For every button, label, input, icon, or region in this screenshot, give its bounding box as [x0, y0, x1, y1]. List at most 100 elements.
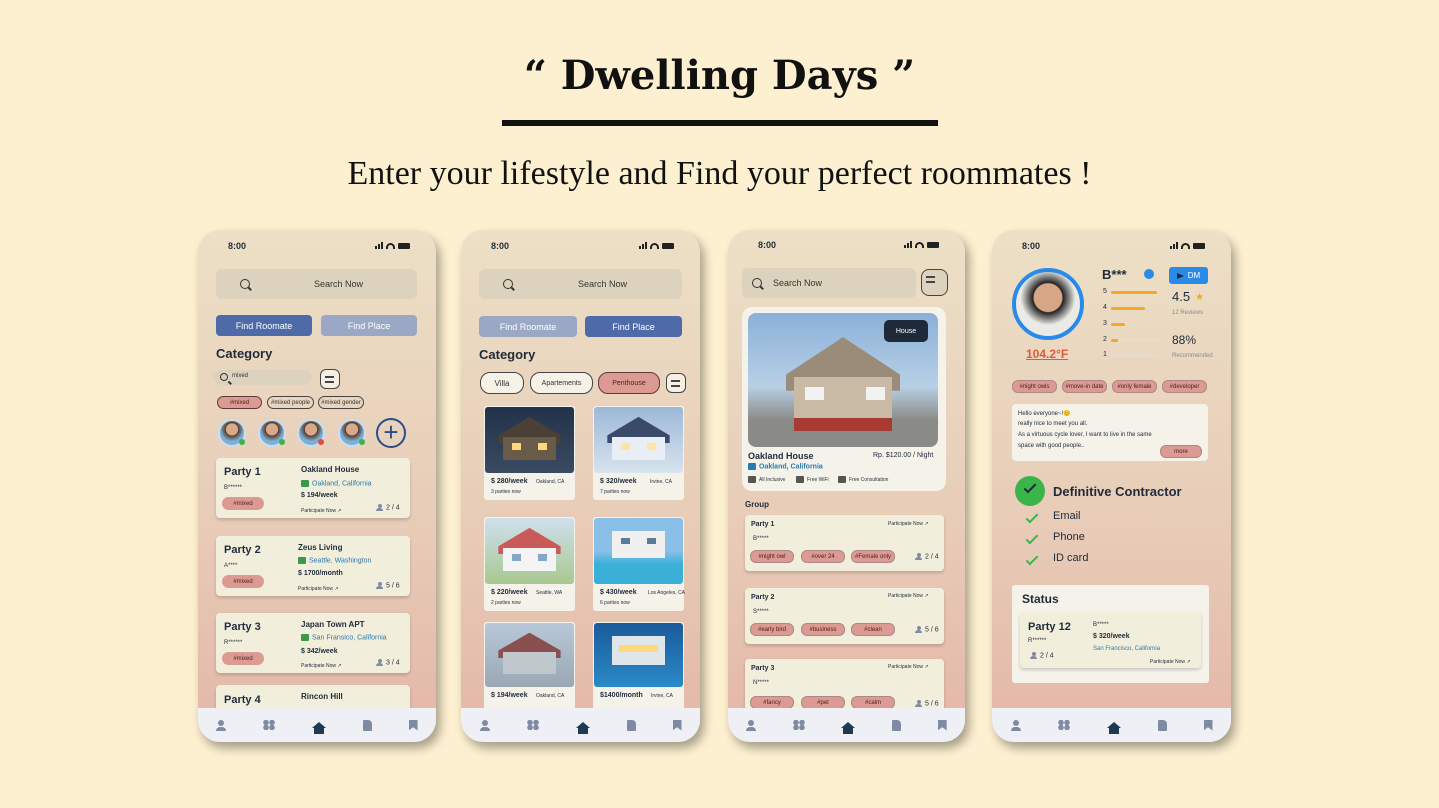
house-type-badge: House: [884, 320, 928, 342]
document-nav-icon[interactable]: [362, 719, 372, 731]
participate-link[interactable]: Participate Now ↗: [888, 521, 929, 527]
search-icon: [240, 279, 250, 289]
house-icon: [796, 476, 804, 483]
bookmark-nav-icon[interactable]: [672, 719, 682, 731]
party-name: Party 1: [224, 466, 261, 478]
avatar[interactable]: [258, 419, 286, 447]
party-tag: #mixed: [222, 575, 264, 588]
party-tag: #night owl: [750, 550, 794, 563]
bookmark-nav-icon[interactable]: [1203, 719, 1213, 731]
listing-parties: 7 parties now: [600, 489, 630, 495]
bottom-nav: [992, 708, 1231, 742]
party-price: $ 320/week: [1093, 633, 1130, 640]
community-nav-icon[interactable]: [1057, 720, 1070, 730]
house-detail-card[interactable]: House Oakland House Rp. $120.00 / Night …: [742, 307, 946, 491]
listing-location: Oakland, CA: [536, 693, 565, 699]
house-name: Oakland House: [748, 451, 814, 461]
find-place-button[interactable]: Find Place: [321, 315, 417, 336]
category-title: Category: [479, 347, 536, 362]
find-roommate-button[interactable]: Find Roomate: [479, 316, 577, 337]
party-card[interactable]: Party 3 R****** #mixed Japan Town APT Sa…: [216, 613, 410, 673]
filter-icon[interactable]: [666, 373, 686, 393]
party-card[interactable]: Party 2 Participate Now ↗ S***** #early …: [745, 588, 944, 644]
house-location: Oakland, California: [748, 463, 823, 470]
filter-icon[interactable]: [320, 369, 340, 389]
tag-mixed-gender[interactable]: #mixed gender: [318, 396, 364, 409]
participate-link[interactable]: Participate Now ↗: [1150, 659, 1191, 665]
community-nav-icon[interactable]: [526, 720, 539, 730]
chip-villa[interactable]: Villa: [480, 372, 524, 394]
listing-card[interactable]: $ 430/week Los Angeles, CA 6 parties now: [593, 517, 685, 611]
party-card[interactable]: Party 3 Participate Now ↗ N***** #fancy …: [745, 659, 944, 711]
home-nav-icon[interactable]: [1106, 722, 1121, 734]
avatar[interactable]: [218, 419, 246, 447]
all-inclusive-icon: [748, 476, 756, 483]
community-nav-icon[interactable]: [263, 720, 276, 730]
party-user: N*****: [753, 680, 770, 686]
find-place-button[interactable]: Find Place: [585, 316, 682, 337]
participate-link[interactable]: Participate Now ↗: [888, 664, 929, 670]
rating-star-label: 5: [1103, 288, 1107, 295]
rating-bar: [1111, 354, 1159, 357]
party-user: S*****: [753, 609, 769, 615]
search-input[interactable]: Search Now: [479, 269, 682, 299]
participate-link[interactable]: Participate Now ↗: [301, 508, 342, 514]
profile-photo: [1012, 268, 1084, 340]
document-nav-icon[interactable]: [892, 719, 902, 731]
listing-parties: 6 parties now: [600, 600, 630, 606]
tag-mixed[interactable]: #mixed: [217, 396, 262, 409]
dm-button[interactable]: DM: [1169, 267, 1208, 284]
avatar[interactable]: [297, 419, 325, 447]
party-tag: #mixed: [222, 652, 264, 665]
filter-icon[interactable]: [921, 269, 948, 296]
party-card[interactable]: Party 2 A**** #mixed Zeus Living Seattle…: [216, 536, 410, 596]
more-button[interactable]: more: [1160, 445, 1202, 458]
tag-mixed-people[interactable]: #mixed people: [267, 396, 314, 409]
bottom-nav: [728, 708, 965, 742]
category-filter-input[interactable]: mixed: [214, 370, 312, 385]
chip-apartments[interactable]: Apartements: [530, 372, 593, 394]
consultation-icon: [838, 476, 846, 483]
status-time: 8:00: [228, 241, 247, 251]
bookmark-nav-icon[interactable]: [408, 719, 418, 731]
bio-line: Hello everyone~!😊: [1018, 411, 1071, 417]
listing-photo: [594, 518, 683, 584]
search-input[interactable]: Search Now: [742, 268, 916, 298]
listing-card[interactable]: $ 320/week Irvine, CA 7 parties now: [593, 406, 684, 500]
document-nav-icon[interactable]: [626, 719, 636, 731]
find-roommate-button[interactable]: Find Roomate: [216, 315, 312, 336]
listing-location: Los Angeles, CA: [648, 590, 685, 596]
profile-tag: #move-in date: [1062, 380, 1107, 393]
listing-card[interactable]: $ 194/week Oakland, CA: [484, 622, 575, 710]
party-count: 2 / 4: [376, 504, 400, 511]
party-card[interactable]: Party 12 R****** 2 / 4 B***** $ 320/week…: [1020, 612, 1201, 668]
profile-nav-icon[interactable]: [1010, 719, 1021, 731]
place-name: Rincon Hill: [301, 692, 343, 701]
bio-line: As a virtuous cycle lover, I want to liv…: [1018, 432, 1152, 438]
participate-link[interactable]: Participate Now ↗: [301, 663, 342, 669]
home-nav-icon[interactable]: [841, 722, 856, 734]
place-location: Seattle, Washington: [298, 557, 371, 564]
home-nav-icon[interactable]: [575, 722, 590, 734]
chip-penthouse[interactable]: Penthouse: [598, 372, 660, 394]
community-nav-icon[interactable]: [792, 720, 805, 730]
home-nav-icon[interactable]: [311, 722, 326, 734]
place-name: Zeus Living: [298, 543, 343, 552]
party-card[interactable]: Party 1 B****** #mixed Oakland House Oak…: [216, 458, 410, 518]
add-user-icon[interactable]: +: [376, 418, 406, 448]
search-input[interactable]: Search Now: [216, 269, 417, 299]
signal-icon: [639, 242, 647, 249]
party-card[interactable]: Party 1 Participate Now ↗ B***** #night …: [745, 515, 944, 571]
profile-nav-icon[interactable]: [479, 719, 490, 731]
profile-nav-icon[interactable]: [216, 719, 227, 731]
bookmark-nav-icon[interactable]: [937, 719, 947, 731]
participate-link[interactable]: Participate Now ↗: [298, 586, 339, 592]
document-nav-icon[interactable]: [1157, 719, 1167, 731]
avatar[interactable]: [338, 419, 366, 447]
participate-link[interactable]: Participate Now ↗: [888, 593, 929, 599]
listing-card[interactable]: $ 280/week Oakland, CA 3 parties now: [484, 406, 575, 500]
listing-card[interactable]: $1400/month Irvine, CA: [593, 622, 684, 710]
bottom-nav: [198, 708, 436, 742]
listing-card[interactable]: $ 220/week Seattle, WA 2 parties now: [484, 517, 575, 611]
profile-nav-icon[interactable]: [746, 719, 757, 731]
